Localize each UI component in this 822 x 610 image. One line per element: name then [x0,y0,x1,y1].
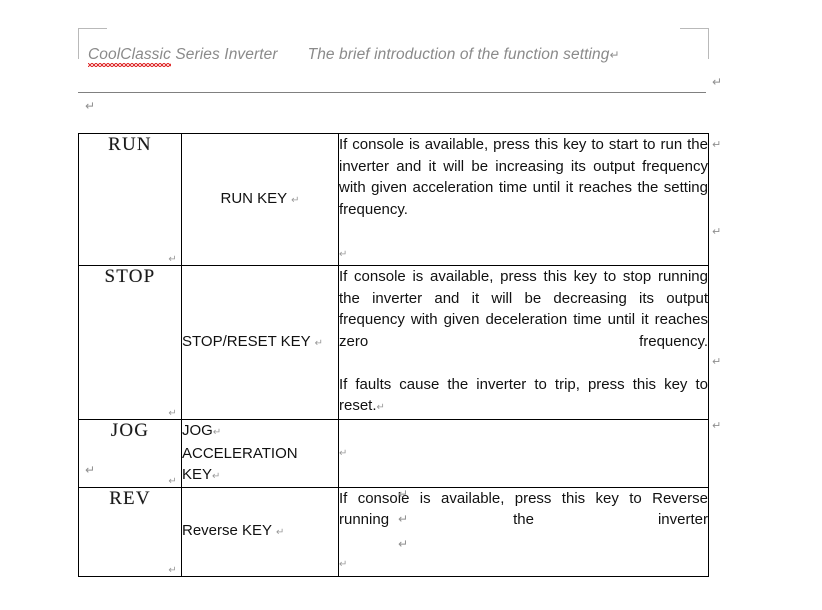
cell-pilcrow-mark: ↵ [168,254,178,265]
table-row: REV ↵ Reverse KEY ↵ If console is availa… [78,486,709,577]
key-name-cell: JOG↵ ACCELERATION KEY↵ [181,418,339,488]
key-label: JOG [110,419,150,441]
cell-pilcrow-mark: ↵ [168,407,178,419]
below-header-pilcrow-mark: ↵ [85,99,96,113]
table-row: JOG ↵ JOG↵ ACCELERATION KEY↵ ↵ [78,418,709,488]
key-description-text: If console is available, press this key … [339,489,708,529]
key-description-cell: ↵ [338,418,709,488]
cell-pilcrow-mark: ↵ [212,470,221,482]
header-left-text: CoolClassic Series Inverter [88,46,278,67]
document-page: CoolClassic Series Inverter The brief int… [0,0,822,610]
key-name-text: JOG [182,421,213,439]
header-misspelled-word: CoolClassic [88,46,171,67]
key-name-text: STOP/RESET KEY [182,332,311,350]
cell-pilcrow-mark: ↵ [168,475,178,487]
key-glyph-cell: STOP ↵ [78,265,182,420]
header-right-pilcrow-mark: ↵ [712,75,723,89]
header-right-text: The brief introduction of the function s… [307,46,610,63]
header-pilcrow-mark: ↵ [609,48,620,62]
key-name-text: RUN KEY [220,190,287,207]
row-pilcrow-mark-4: ↵ [712,419,722,432]
cell-pilcrow-mark: ↵ [291,195,300,206]
key-name-cell: Reverse KEY ↵ [181,486,339,577]
key-glyph-cell: RUN ↵ [78,133,182,266]
row-pilcrow-mark-1: ↵ [712,138,722,151]
cell-pilcrow-mark: ↵ [339,248,348,260]
tail-pilcrow-mark-3: ↵ [398,537,409,551]
cell-pilcrow-mark: ↵ [168,564,178,576]
tail-pilcrow-mark-1: ↵ [398,487,409,501]
cell-pilcrow-mark: ↵ [339,448,348,460]
header-separator-rule [78,92,706,93]
cell-pilcrow-mark: ↵ [376,402,385,413]
key-name-cell: STOP/RESET KEY ↵ [181,265,339,420]
key-name-cell: RUN KEY ↵ [181,133,339,266]
cell-pilcrow-mark: ↵ [212,426,222,438]
row-pilcrow-mark-3: ↵ [712,355,722,368]
row-pilcrow-mark-2: ↵ [712,225,722,238]
key-label: RUN [108,134,152,155]
key-description-cell: If console is available, press this key … [338,486,709,577]
key-description-line2: If faults cause the inverter to trip, pr… [339,375,708,415]
key-description-cell: If console is available, press this key … [338,133,709,266]
key-description-text-2: If faults cause the inverter to trip, pr… [339,374,708,419]
key-label: REV [109,487,151,509]
table-row: STOP ↵ STOP/RESET KEY ↵ If console is av… [78,265,709,420]
tail-pilcrow-mark-2: ↵ [398,512,409,526]
table-row: RUN ↵ RUN KEY ↵ If console is available,… [78,133,709,266]
cell-pilcrow-mark: ↵ [275,527,285,538]
key-name-text-line2: ACCELERATION KEY [182,444,298,483]
below-table-pilcrow-mark: ↵ [85,463,96,477]
cell-pilcrow-mark: ↵ [314,337,323,349]
key-glyph-cell: REV ↵ [78,486,182,577]
header-left-rest: Series Inverter [170,46,278,63]
key-name-text: Reverse KEY [182,522,272,539]
key-description-cell: If console is available, press this key … [338,265,709,420]
running-header: CoolClassic Series Inverter The brief int… [88,46,708,70]
function-key-table: RUN ↵ RUN KEY ↵ If console is available,… [78,133,709,577]
key-description-text: If console is available, press this key … [339,136,708,218]
cell-pilcrow-mark: ↵ [339,559,348,570]
key-description-text: If console is available, press this key … [339,268,708,350]
key-label: STOP [104,266,156,287]
